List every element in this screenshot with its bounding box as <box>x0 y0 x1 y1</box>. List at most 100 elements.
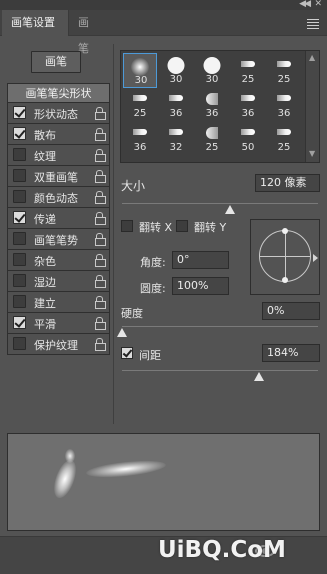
brush-option-item[interactable]: 湿边 <box>7 271 110 292</box>
brush-option-item[interactable]: 画笔笔势 <box>7 229 110 250</box>
spacing-field[interactable]: 184% <box>262 344 320 362</box>
brush-tip-cell[interactable] <box>123 155 157 162</box>
angle-field[interactable]: 0° <box>172 251 229 269</box>
brush-tip-cell[interactable]: 36 <box>267 87 301 122</box>
option-checkbox[interactable] <box>13 211 26 224</box>
brush-tip-shape-item[interactable]: 画笔笔尖形状 <box>7 83 110 103</box>
brush-tip-size: 30 <box>169 74 183 85</box>
spacing-slider-track[interactable] <box>122 370 318 371</box>
tab-brush-settings[interactable]: 画笔设置 <box>2 10 68 36</box>
brush-tip-cell[interactable]: 30 <box>123 53 157 88</box>
lock-icon[interactable] <box>95 149 106 162</box>
brush-tip-cell[interactable]: 36 <box>231 87 265 122</box>
lock-icon[interactable] <box>95 170 106 183</box>
brush-tip-cell[interactable]: 25 <box>267 53 301 88</box>
brush-option-item[interactable]: 双重画笔 <box>7 166 110 187</box>
brush-option-item[interactable]: 形状动态 <box>7 103 110 124</box>
roundness-field[interactable]: 100% <box>172 277 229 295</box>
option-checkbox[interactable] <box>13 274 26 287</box>
spacing-checkbox[interactable] <box>121 347 133 359</box>
lock-icon[interactable] <box>95 128 106 141</box>
spacing-slider-thumb[interactable] <box>254 372 265 381</box>
brush-tip-cell[interactable]: 30 <box>159 53 193 88</box>
option-checkbox[interactable] <box>13 316 26 329</box>
brush-tip-size: 30 <box>205 74 219 85</box>
spacing-label: 间距 <box>139 349 161 362</box>
brush-option-item[interactable]: 保护纹理 <box>7 334 110 355</box>
angle-roundness-widget[interactable] <box>250 219 320 295</box>
option-checkbox[interactable] <box>13 295 26 308</box>
roundness-handle-bottom[interactable] <box>282 277 288 283</box>
option-label: 双重画笔 <box>34 171 78 184</box>
brush-stroke-preview <box>7 433 320 531</box>
brush-tip-size: 25 <box>205 142 219 153</box>
brush-option-item[interactable]: 平滑 <box>7 313 110 334</box>
option-checkbox[interactable] <box>13 232 26 245</box>
option-checkbox[interactable] <box>13 253 26 266</box>
brush-tip-cell[interactable]: 25 <box>195 121 229 156</box>
option-checkbox[interactable] <box>13 169 26 182</box>
angle-dial[interactable] <box>259 228 311 283</box>
size-slider-track[interactable] <box>122 203 318 204</box>
brush-tip-cell[interactable] <box>231 155 265 162</box>
brush-tip-cell[interactable]: 30 <box>195 53 229 88</box>
flip-y-label: 翻转 Y <box>194 221 227 234</box>
flip-y-checkbox[interactable] <box>176 220 188 232</box>
tab-brushes[interactable]: 画笔 <box>68 10 106 55</box>
brush-tip-size: 36 <box>241 108 255 119</box>
option-checkbox[interactable] <box>13 106 26 119</box>
scroll-up-icon[interactable]: ▲ <box>309 53 315 62</box>
lock-icon[interactable] <box>95 317 106 330</box>
hardness-slider-thumb[interactable] <box>117 328 127 337</box>
hardness-slider-track[interactable] <box>122 326 318 327</box>
lock-icon[interactable] <box>95 254 106 267</box>
lock-icon[interactable] <box>95 233 106 246</box>
brush-tip-cell[interactable] <box>159 155 193 162</box>
size-slider-thumb[interactable] <box>224 205 235 214</box>
brush-tip-cell[interactable]: 25 <box>123 87 157 122</box>
option-checkbox[interactable] <box>13 337 26 350</box>
scroll-down-icon[interactable]: ▼ <box>309 149 315 158</box>
brush-tip-size: 50 <box>241 142 255 153</box>
close-icon[interactable]: ✕ <box>314 0 322 9</box>
brush-tip-preview <box>277 95 291 101</box>
brush-tip-cell[interactable] <box>267 155 301 162</box>
brush-tip-cell[interactable]: 25 <box>231 53 265 88</box>
brush-tip-cell[interactable]: 50 <box>231 121 265 156</box>
roundness-handle-top[interactable] <box>282 228 288 234</box>
tab-bar: 画笔设置 画笔 <box>0 10 327 55</box>
size-field[interactable]: 120 像素 <box>255 174 320 192</box>
brush-option-item[interactable]: 散布 <box>7 124 110 145</box>
flip-x-checkbox[interactable] <box>121 220 133 232</box>
flip-x-label: 翻转 X <box>139 221 173 234</box>
brush-tip-cell[interactable]: 32 <box>159 121 193 156</box>
lock-icon[interactable] <box>95 338 106 351</box>
brush-tip-preview <box>169 95 183 101</box>
brush-tip-cell[interactable]: 36 <box>195 87 229 122</box>
brush-tip-cell[interactable]: 25 <box>267 121 301 156</box>
brush-tip-cell[interactable] <box>195 155 229 162</box>
brush-option-item[interactable]: 传递 <box>7 208 110 229</box>
option-checkbox[interactable] <box>13 190 26 203</box>
collapse-icon[interactable]: ◀◀ <box>299 0 311 9</box>
brush-option-item[interactable]: 纹理 <box>7 145 110 166</box>
lock-icon[interactable] <box>95 107 106 120</box>
option-checkbox[interactable] <box>13 148 26 161</box>
brush-tip-size: 25 <box>277 74 291 85</box>
brush-option-item[interactable]: 颜色动态 <box>7 187 110 208</box>
panel-menu-icon[interactable] <box>307 19 319 31</box>
lock-icon[interactable] <box>95 212 106 225</box>
brush-tip-cell[interactable]: 36 <box>123 121 157 156</box>
lock-icon[interactable] <box>95 191 106 204</box>
brush-tip-preview <box>133 129 147 135</box>
option-checkbox[interactable] <box>13 127 26 140</box>
hardness-field[interactable]: 0% <box>262 302 320 320</box>
brush-option-item[interactable]: 建立 <box>7 292 110 313</box>
brush-grid-scrollbar[interactable]: ▲ ▼ <box>305 51 319 162</box>
brush-presets-button[interactable]: 画笔 <box>31 51 81 73</box>
lock-icon[interactable] <box>95 275 106 288</box>
brush-tip-cell[interactable]: 36 <box>159 87 193 122</box>
lock-icon[interactable] <box>95 296 106 309</box>
brush-tip-preview <box>169 129 183 135</box>
brush-option-item[interactable]: 杂色 <box>7 250 110 271</box>
